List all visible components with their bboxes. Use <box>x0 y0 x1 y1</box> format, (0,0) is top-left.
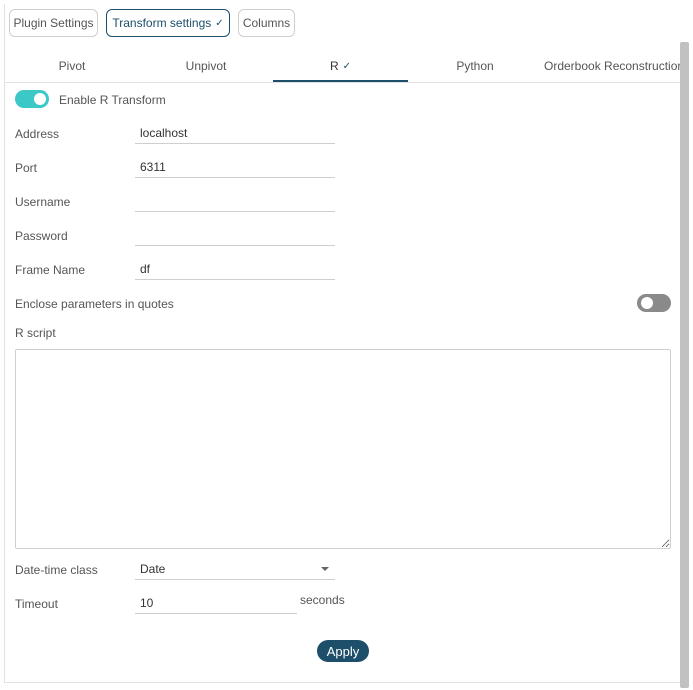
datetime-label: Date-time class <box>15 563 98 577</box>
address-label: Address <box>15 127 60 141</box>
apply-button[interactable]: Apply <box>317 640 369 662</box>
vertical-scrollbar[interactable] <box>680 42 689 688</box>
plugin-settings-button[interactable]: Plugin Settings <box>9 9 98 37</box>
r-script-textarea[interactable] <box>15 349 671 549</box>
username-label: Username <box>15 195 71 209</box>
plugin-settings-label: Plugin Settings <box>13 16 94 30</box>
transform-settings-label: Transform settings <box>112 16 212 30</box>
enclose-label: Enclose parameters in quotes <box>15 297 174 311</box>
tab-unpivot[interactable]: Unpivot <box>139 52 273 80</box>
password-label: Password <box>15 229 68 243</box>
tab-python[interactable]: Python <box>408 52 542 80</box>
toggle-knob <box>34 93 46 105</box>
enable-r-toggle[interactable] <box>15 90 49 108</box>
timeout-label: Timeout <box>15 597 58 611</box>
frame-name-label: Frame Name <box>15 263 86 277</box>
tab-orderbook-reconstruction[interactable]: Orderbook Reconstruction <box>542 52 680 80</box>
columns-label: Columns <box>242 16 291 30</box>
frame-name-input[interactable] <box>135 258 335 280</box>
tab-r[interactable]: R ✓ <box>273 52 408 82</box>
port-input[interactable] <box>135 156 335 178</box>
datetime-select[interactable]: Date <box>135 558 335 580</box>
enable-r-label: Enable R Transform <box>59 93 166 107</box>
port-label: Port <box>15 161 38 175</box>
address-input[interactable] <box>135 122 335 144</box>
tab-pivot-label: Pivot <box>58 59 86 73</box>
check-icon: ✓ <box>215 17 224 29</box>
toggle-knob <box>641 297 653 309</box>
datetime-value: Date <box>140 561 166 576</box>
password-input[interactable] <box>135 224 335 246</box>
chevron-down-icon <box>321 567 329 571</box>
tab-r-label: R <box>329 59 339 73</box>
r-script-label: R script <box>15 326 56 340</box>
transform-settings-button[interactable]: Transform settings ✓ <box>106 9 230 37</box>
transform-tabs: Pivot Unpivot R ✓ Python Orderbook Recon… <box>5 52 680 83</box>
timeout-unit: seconds <box>300 593 345 607</box>
tab-python-label: Python <box>456 59 494 73</box>
tab-unpivot-label: Unpivot <box>185 59 227 73</box>
tab-pivot[interactable]: Pivot <box>5 52 139 80</box>
columns-button[interactable]: Columns <box>238 9 295 37</box>
timeout-input[interactable] <box>135 592 297 614</box>
tab-orderbook-label: Orderbook Reconstruction <box>544 59 680 73</box>
check-icon: ✓ <box>342 60 352 72</box>
username-input[interactable] <box>135 190 335 212</box>
enclose-toggle[interactable] <box>637 294 671 312</box>
